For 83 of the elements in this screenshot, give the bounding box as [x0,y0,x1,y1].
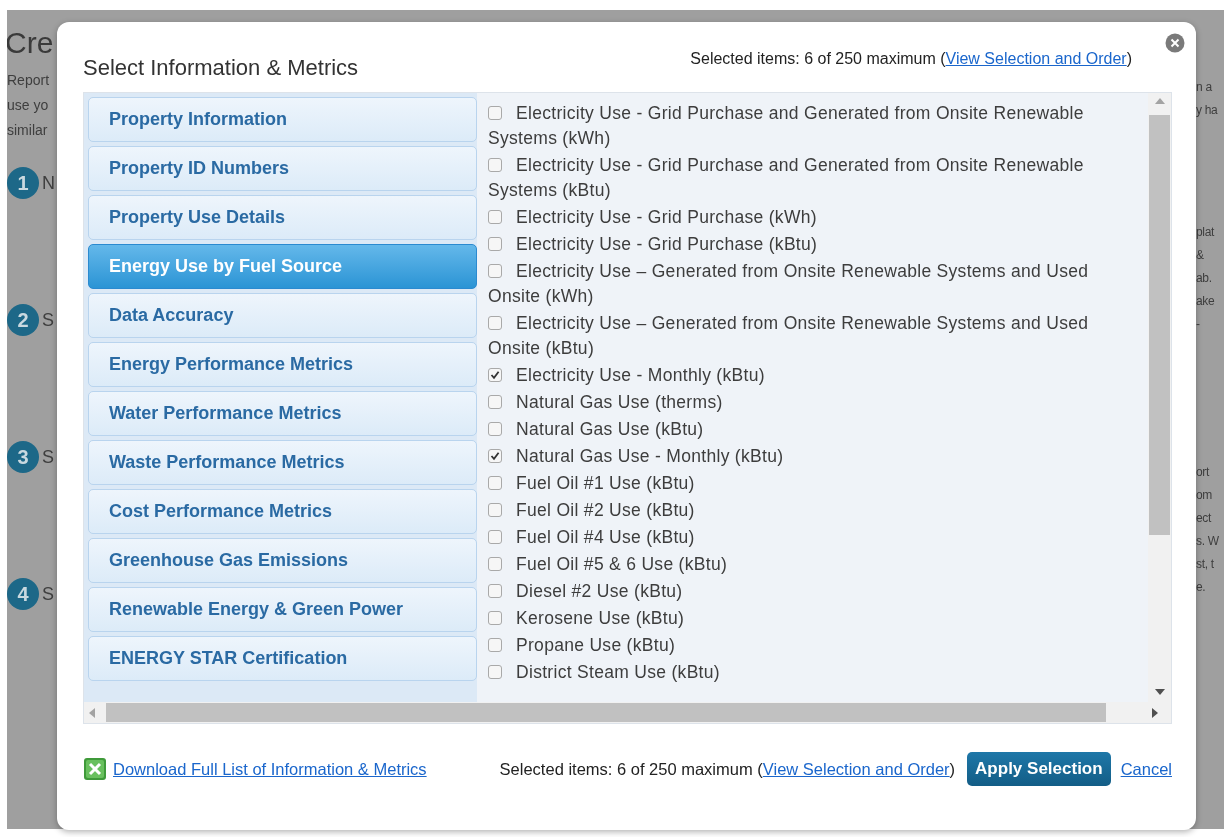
metric-option[interactable]: Fuel Oil #2 Use (kBtu) [488,498,1138,523]
checkbox[interactable] [488,584,502,598]
metric-option[interactable]: Fuel Oil #5 & 6 Use (kBtu) [488,552,1138,577]
checkbox[interactable] [488,638,502,652]
metric-option[interactable]: Natural Gas Use (therms) [488,390,1138,415]
selection-summary: Selected items: 6 of 250 maximum (View Selection and Order) [690,50,1132,68]
page-heading: Cre [7,26,55,60]
view-selection-link[interactable]: View Selection and Order [945,50,1127,67]
metric-option[interactable]: Natural Gas Use - Monthly (kBtu) [488,444,1138,469]
metric-option[interactable]: Diesel #2 Use (kBtu) [488,579,1138,604]
step-label: S [42,309,54,331]
checkbox[interactable] [488,237,502,251]
page-text: e. [1196,579,1207,596]
step-label: S [42,583,54,605]
metric-option[interactable]: Electricity Use - Grid Purchase and Generated from Onsite Renewable Systems (kBtu) [488,153,1138,203]
category-tab[interactable]: Property ID Numbers [88,146,477,191]
category-tab[interactable]: Property Information [88,97,477,142]
checkbox[interactable] [488,422,502,436]
page-text: y ha [1196,102,1219,119]
intro-text: similar [7,121,49,140]
checkbox[interactable] [488,106,502,120]
metric-option[interactable]: Fuel Oil #4 Use (kBtu) [488,525,1138,550]
spreadsheet-icon [83,757,107,781]
cancel-link[interactable]: Cancel [1120,759,1172,779]
step-label: S [42,446,54,468]
page-text: ab. [1196,270,1213,287]
checkbox[interactable] [488,557,502,571]
metric-option[interactable]: Electricity Use – Generated from Onsite Renewable Systems and Used Onsite (kWh) [488,259,1138,309]
metric-option[interactable]: District Steam Use (kBtu) [488,660,1138,685]
page-text: plat [1196,224,1216,241]
close-button[interactable] [1165,33,1185,53]
metric-option[interactable]: Natural Gas Use (kBtu) [488,417,1138,442]
category-tab[interactable]: Energy Performance Metrics [88,342,477,387]
page-text: ort [1196,464,1211,481]
scrollbar-thumb[interactable] [106,703,1106,722]
step-label: N [42,172,55,194]
checkbox[interactable] [488,449,502,463]
page-text: om [1196,487,1214,504]
page-text: s. W [1196,533,1220,550]
checkbox[interactable] [488,665,502,679]
checkbox[interactable] [488,210,502,224]
apply-selection-button[interactable]: Apply Selection [967,752,1111,786]
scrollbar-thumb[interactable] [1149,115,1170,535]
metric-option[interactable]: Electricity Use - Monthly (kBtu) [488,363,1138,388]
metric-option[interactable]: Electricity Use - Grid Purchase (kWh) [488,205,1138,230]
checkbox[interactable] [488,476,502,490]
checkbox[interactable] [488,395,502,409]
step-number: 2 [7,304,39,336]
step-number: 4 [7,578,39,610]
category-tab[interactable]: Waste Performance Metrics [88,440,477,485]
category-tab[interactable]: Greenhouse Gas Emissions [88,538,477,583]
category-tab[interactable]: Renewable Energy & Green Power [88,587,477,632]
category-tab[interactable]: Data Accuracy [88,293,477,338]
step-number: 1 [7,167,39,199]
metric-option[interactable]: Fuel Oil #1 Use (kBtu) [488,471,1138,496]
page-text: ect [1196,510,1213,527]
page-text: ake [1196,293,1216,310]
metric-option[interactable]: Kerosene Use (kBtu) [488,606,1138,631]
selection-summary: Selected items: 6 of 250 maximum (View Selection and Order) [499,759,956,779]
page-text: - [1196,316,1201,333]
metric-option[interactable]: Electricity Use - Grid Purchase (kBtu) [488,232,1138,257]
download-link[interactable]: Download Full List of Information & Metrics [113,759,427,779]
intro-text: Report [7,71,51,90]
category-tab[interactable]: ENERGY STAR Certification [88,636,477,681]
checkbox[interactable] [488,158,502,172]
page-text: & [1196,247,1205,264]
metric-option[interactable]: Propane Use (kBtu) [488,633,1138,658]
category-tab[interactable]: Cost Performance Metrics [88,489,477,534]
checkbox[interactable] [488,368,502,382]
intro-text: use yo [7,96,50,115]
page-text: st, t [1196,556,1215,573]
dialog-title: Select Information & Metrics [83,55,359,81]
page-text: n a [1196,79,1213,96]
checkbox[interactable] [488,611,502,625]
checkbox[interactable] [488,316,502,330]
metric-option[interactable]: Electricity Use – Generated from Onsite Renewable Systems and Used Onsite (kBtu) [488,311,1138,361]
category-tab[interactable]: Water Performance Metrics [88,391,477,436]
checkbox[interactable] [488,503,502,517]
step-number: 3 [7,441,39,473]
category-tab[interactable]: Property Use Details [88,195,477,240]
checkbox[interactable] [488,264,502,278]
metric-option[interactable]: Electricity Use - Grid Purchase and Generated from Onsite Renewable Systems (kWh) [488,101,1138,151]
checkbox[interactable] [488,530,502,544]
